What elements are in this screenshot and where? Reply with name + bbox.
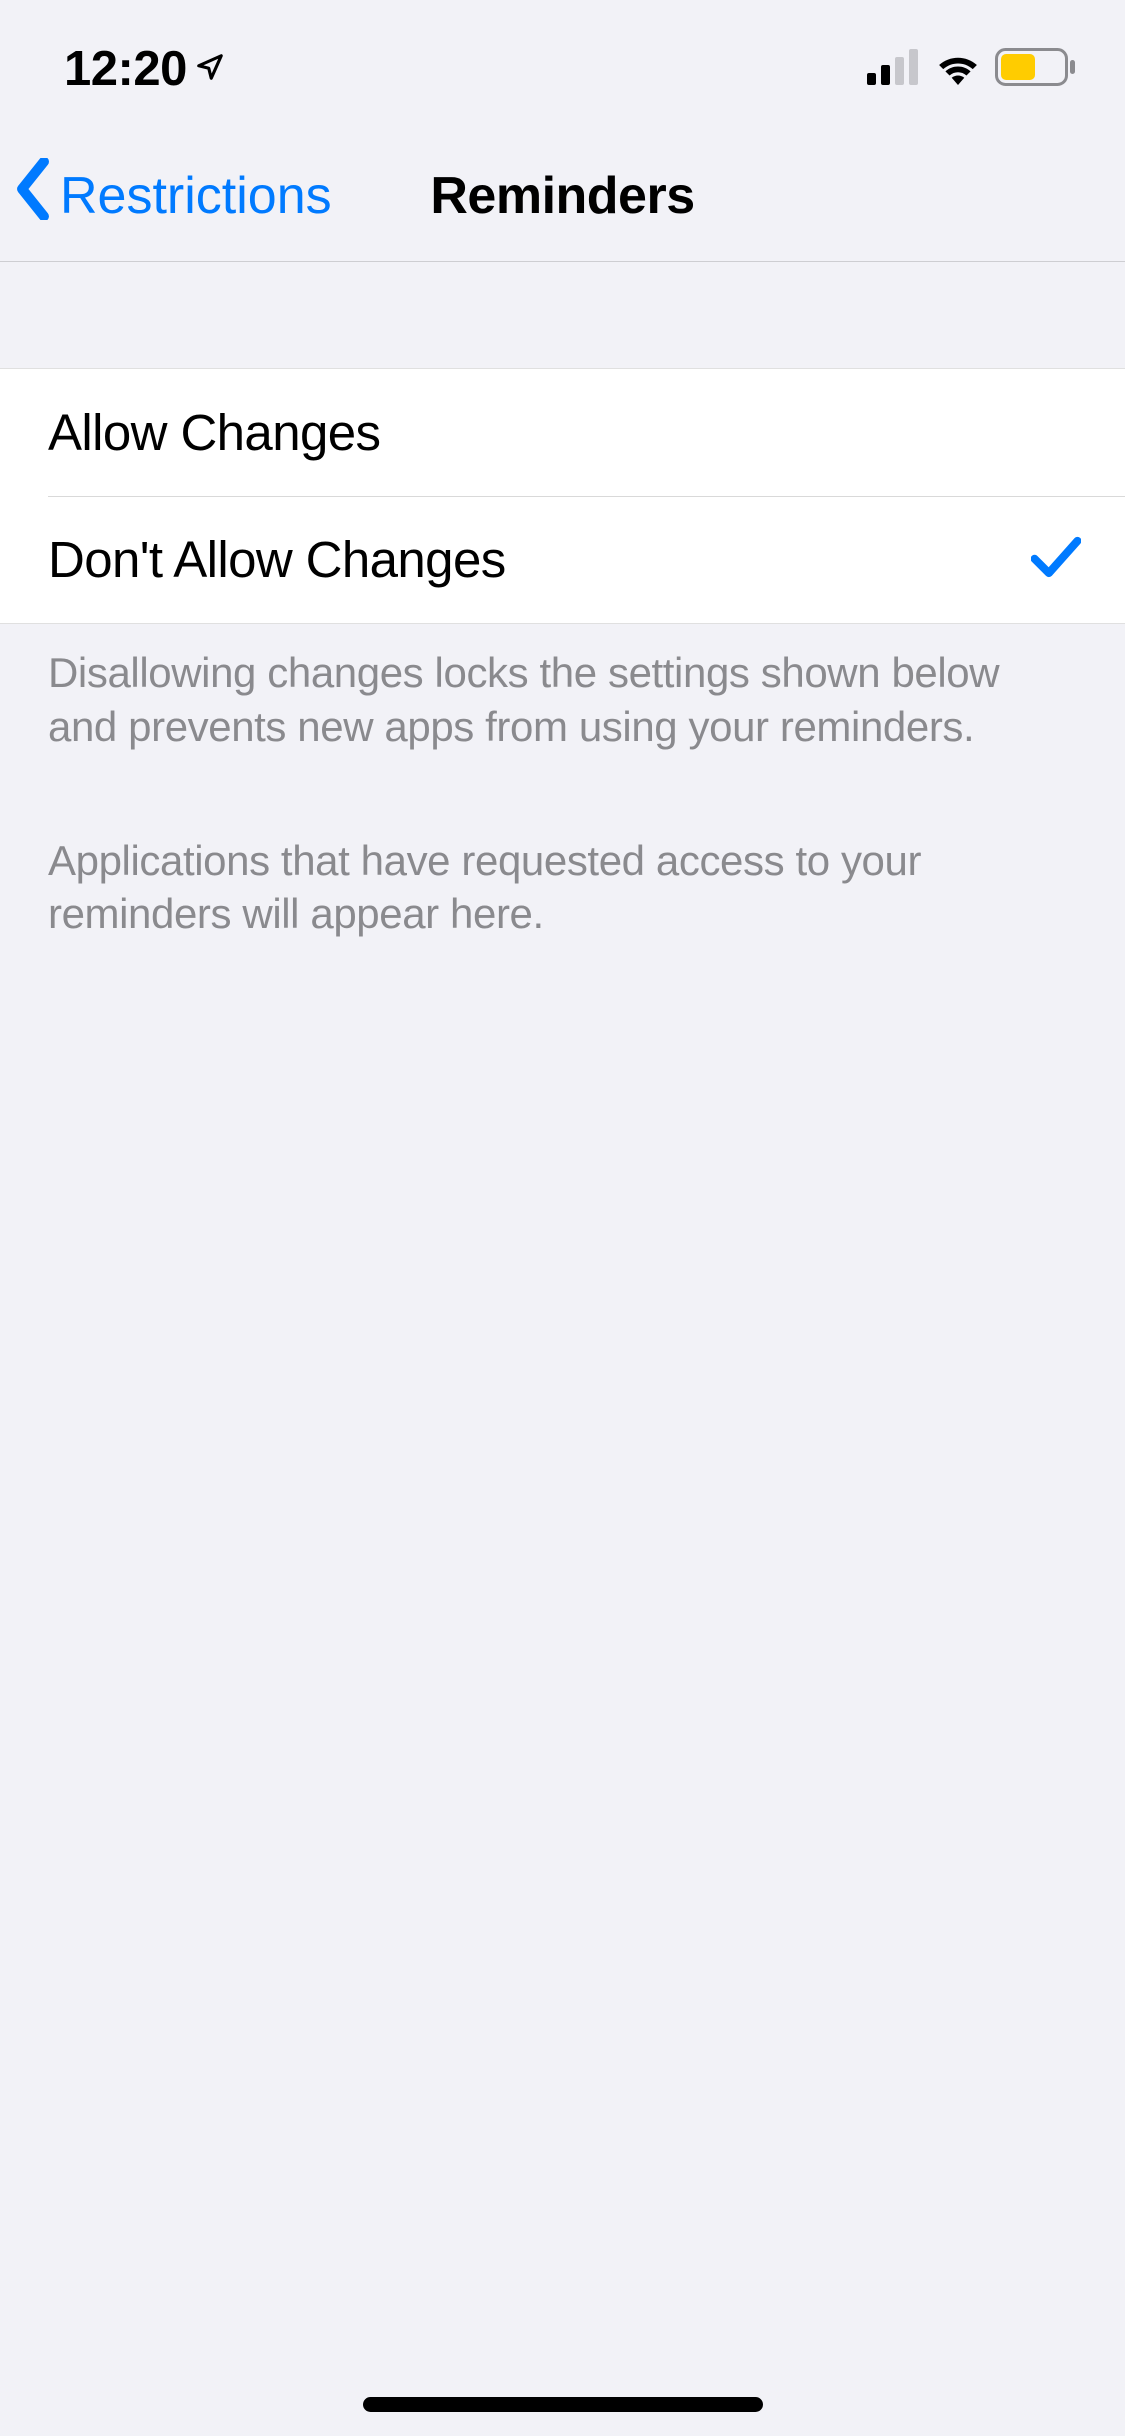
allow-changes-option[interactable]: Allow Changes	[0, 369, 1125, 496]
changes-option-group: Allow Changes Don't Allow Changes	[0, 368, 1125, 624]
status-left: 12:20	[64, 41, 225, 97]
back-label: Restrictions	[60, 166, 332, 226]
dont-allow-changes-option[interactable]: Don't Allow Changes	[0, 496, 1125, 623]
cellular-signal-icon	[867, 49, 921, 90]
status-bar: 12:20	[0, 0, 1125, 130]
allow-changes-label: Allow Changes	[48, 403, 380, 462]
home-indicator	[363, 2397, 763, 2412]
nav-bar: Restrictions Reminders	[0, 130, 1125, 262]
changes-footer-text: Disallowing changes locks the settings s…	[0, 624, 1125, 754]
wifi-icon	[933, 49, 983, 90]
chevron-left-icon	[14, 158, 52, 233]
battery-icon	[995, 48, 1077, 91]
back-button[interactable]: Restrictions	[14, 158, 332, 233]
apps-section-header: Applications that have requested access …	[0, 754, 1125, 962]
group-spacer	[0, 262, 1125, 368]
status-right	[867, 48, 1077, 91]
checkmark-icon	[1031, 535, 1081, 584]
location-icon	[195, 52, 225, 87]
dont-allow-changes-label: Don't Allow Changes	[48, 530, 506, 589]
status-time: 12:20	[64, 41, 187, 97]
